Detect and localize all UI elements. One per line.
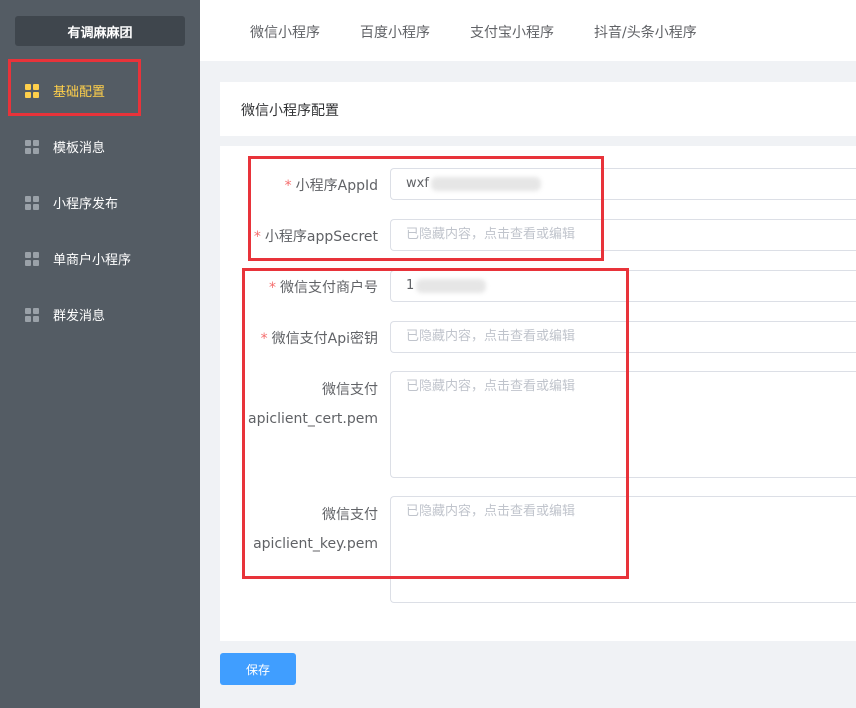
grid-icon <box>25 196 39 210</box>
appid-label: * 小程序AppId <box>284 178 378 194</box>
sidebar-item-label: 群发消息 <box>53 308 106 324</box>
redacted-blur <box>416 278 487 293</box>
grid-icon <box>25 140 39 154</box>
tab-alipay[interactable]: 支付宝小程序 <box>470 22 554 42</box>
card-title: 微信小程序配置 <box>241 103 339 119</box>
key-label-line2: apiclient_key.pem <box>253 536 378 552</box>
brand-title: 有调麻麻团 <box>15 16 185 46</box>
cert-placeholder: 已隐藏内容，点击查看或编辑 <box>406 379 576 394</box>
grid-icon <box>25 84 39 98</box>
appsecret-placeholder: 已隐藏内容，点击查看或编辑 <box>406 227 576 242</box>
key-textarea[interactable]: 已隐藏内容，点击查看或编辑 <box>390 496 856 603</box>
cert-textarea[interactable]: 已隐藏内容，点击查看或编辑 <box>390 371 856 478</box>
redacted-blur <box>430 176 541 191</box>
key-placeholder: 已隐藏内容，点击查看或编辑 <box>406 504 576 519</box>
tab-douyin[interactable]: 抖音/头条小程序 <box>594 22 697 42</box>
mchid-input[interactable]: 1 <box>390 270 856 302</box>
cert-label-line2: apiclient_cert.pem <box>248 411 378 427</box>
grid-icon <box>25 308 39 322</box>
apikey-placeholder: 已隐藏内容，点击查看或编辑 <box>406 329 576 344</box>
mchid-label: * 微信支付商户号 <box>269 280 378 296</box>
mchid-value: 1 <box>406 278 415 293</box>
grid-icon <box>25 252 39 266</box>
sidebar-item-label: 单商户小程序 <box>53 252 132 268</box>
sidebar-item-single-merchant[interactable]: 单商户小程序 <box>0 230 200 286</box>
sidebar-item-label: 基础配置 <box>53 84 106 100</box>
apikey-input[interactable]: 已隐藏内容，点击查看或编辑 <box>390 321 856 353</box>
sidebar-item-label: 模板消息 <box>53 140 106 156</box>
sidebar-item-mass-message[interactable]: 群发消息 <box>0 286 200 342</box>
sidebar-item-template-message[interactable]: 模板消息 <box>0 118 200 174</box>
key-label-line1: 微信支付 <box>322 507 378 523</box>
sidebar-item-basic-config[interactable]: 基础配置 <box>0 62 200 118</box>
top-tabs: 微信小程序 百度小程序 支付宝小程序 抖音/头条小程序 <box>200 0 856 61</box>
appid-input[interactable]: wxf <box>390 168 856 200</box>
appsecret-input[interactable]: 已隐藏内容，点击查看或编辑 <box>390 219 856 251</box>
sidebar: 有调麻麻团 基础配置 模板消息 小程序发布 单商户小程序 群发消息 <box>0 0 200 708</box>
sidebar-item-label: 小程序发布 <box>53 196 119 212</box>
save-button[interactable]: 保存 <box>220 653 296 685</box>
cert-label-line1: 微信支付 <box>322 382 378 398</box>
tab-wechat[interactable]: 微信小程序 <box>250 22 320 42</box>
appsecret-label: * 小程序appSecret <box>253 229 378 245</box>
card-header: 微信小程序配置 <box>220 82 856 136</box>
appid-value: wxf <box>406 176 429 191</box>
apikey-label: * 微信支付Api密钥 <box>260 331 378 347</box>
sidebar-item-publish[interactable]: 小程序发布 <box>0 174 200 230</box>
tab-baidu[interactable]: 百度小程序 <box>360 22 430 42</box>
